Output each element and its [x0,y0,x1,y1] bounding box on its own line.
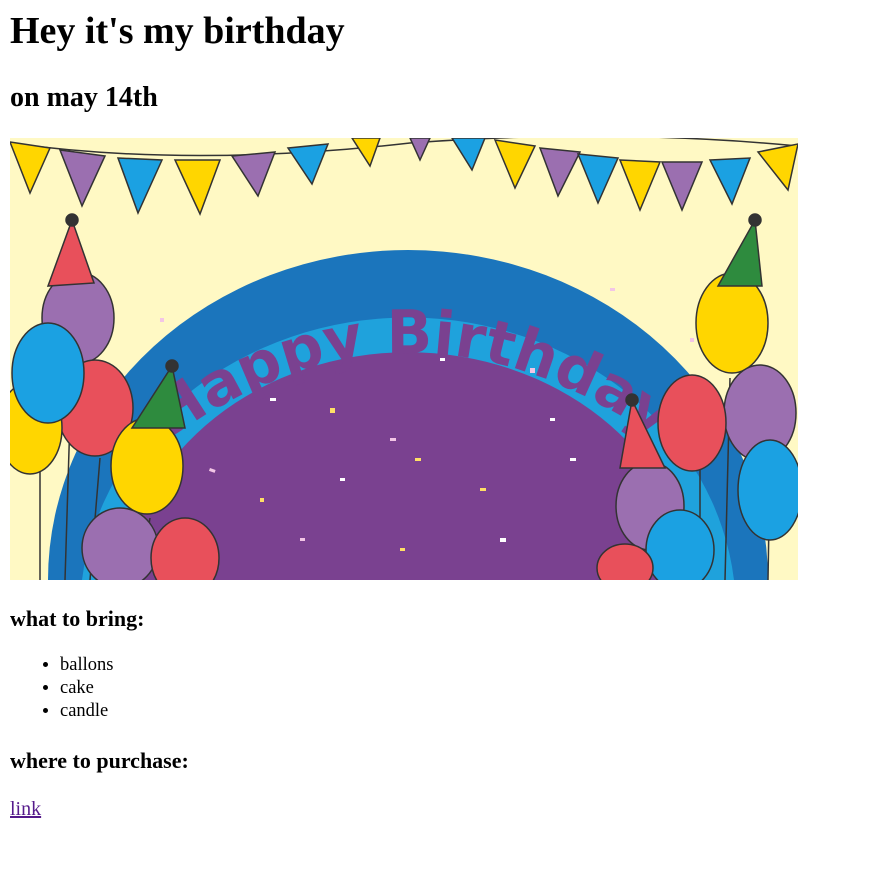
page-subtitle: on may 14th [10,82,158,113]
list-item: ballons [60,654,870,677]
bring-list: ballons cake candle [10,654,870,723]
what-to-bring-heading: what to bring: [10,606,145,631]
purchase-link[interactable]: link [10,798,41,821]
page: Hey it's my birthday on may 14th appy Bi… [0,0,880,821]
where-to-purchase-heading: where to purchase: [10,748,189,773]
page-title: Hey it's my birthday [10,10,345,52]
list-item: cake [60,677,870,700]
birthday-banner-image: Happy Birthday [10,138,798,580]
list-item: candle [60,700,870,723]
